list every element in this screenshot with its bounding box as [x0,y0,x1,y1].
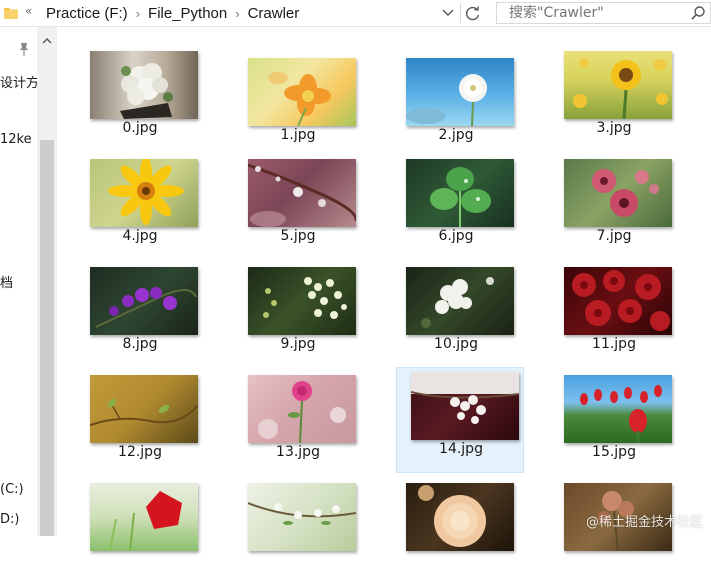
chevron-right-icon[interactable]: › [130,6,146,21]
folder-icon [4,8,18,19]
scroll-up-icon[interactable] [42,37,52,45]
overflow-chevron-icon[interactable]: « [25,4,32,18]
water-droplets-image [248,159,356,227]
red-roses-image [564,267,672,335]
file-name: 2.jpg [438,127,474,143]
file-tile[interactable]: 5.jpg [233,154,361,260]
file-tile[interactable] [391,478,519,584]
refresh-icon[interactable] [460,3,485,23]
file-name: 12.jpg [118,444,162,460]
red-poppy-image [90,483,198,551]
orange-flower-image [248,58,356,126]
watermark: @稀土掘金技术社区 [585,515,703,530]
sunflower-image [564,51,672,119]
file-tile[interactable]: 7.jpg [549,154,677,260]
yellow-gerbera-image [90,159,198,227]
file-name: 13.jpg [276,444,320,460]
nav-item-quick-access[interactable]: 设计方 [0,72,39,91]
pink-flowers-image [564,159,672,227]
blossom-branch-image [248,483,356,551]
scroll-thumb[interactable] [40,140,54,536]
breadcrumb-drive[interactable]: Practice (F:) [44,5,130,22]
file-name: 11.jpg [592,336,636,352]
file-tile[interactable]: 1.jpg [233,53,361,159]
search-icon[interactable] [690,5,706,21]
white-blossoms-image [248,267,356,335]
pink-rose-image [248,375,356,443]
breadcrumb-current[interactable]: Crawler [246,5,302,22]
purple-orchid-image [90,267,198,335]
file-name: 5.jpg [280,228,316,244]
file-name: 14.jpg [439,441,483,457]
file-tile[interactable]: 12.jpg [75,370,203,476]
search-box[interactable] [496,2,711,24]
file-tile[interactable]: 11.jpg [549,262,677,368]
breadcrumb-folder[interactable]: File_Python [146,5,229,22]
peach-camellia-image [406,483,514,551]
file-name: 0.jpg [122,120,158,136]
file-tile[interactable]: 10.jpg [391,262,519,368]
file-name: 8.jpg [122,336,158,352]
file-tile[interactable]: 8.jpg [75,262,203,368]
file-name: 10.jpg [434,336,478,352]
spring-twig-image [90,375,198,443]
nav-item-drive-d[interactable]: D:) [0,512,19,527]
address-bar: « Practice (F:) › File_Python › Crawler [0,0,711,26]
white-roses-image [90,51,198,119]
file-tile[interactable]: 6.jpg [391,154,519,260]
white-cherry-blossom-image [411,372,519,440]
file-tile-selected[interactable]: 14.jpg [396,367,524,473]
nav-scrollbar[interactable] [37,27,57,536]
nav-item-folder[interactable]: 12ke [0,132,32,147]
file-tile[interactable] [549,478,677,584]
file-tile[interactable]: 13.jpg [233,370,361,476]
file-tile[interactable]: 0.jpg [75,46,203,152]
file-tile[interactable]: 9.jpg [233,262,361,368]
file-tile[interactable]: 3.jpg [549,46,677,152]
file-tile[interactable] [233,478,361,584]
red-tulips-image [564,375,672,443]
pin-icon[interactable] [17,41,31,57]
file-tile[interactable]: 4.jpg [75,154,203,260]
file-tile[interactable]: 15.jpg [549,370,677,476]
white-geranium-image [406,267,514,335]
file-name: 3.jpg [596,120,632,136]
file-name: 9.jpg [280,336,316,352]
search-input[interactable] [507,4,681,22]
file-tile[interactable]: 2.jpg [391,53,519,159]
file-grid: 0.jpg 1.jpg 2.jpg 3.jpg 4.jpg 5.jpg 6.jp… [57,27,711,551]
chevron-right-icon[interactable]: › [229,6,245,21]
file-name: 1.jpg [280,127,316,143]
file-name: 6.jpg [438,228,474,244]
file-name: 15.jpg [592,444,636,460]
file-name: 7.jpg [596,228,632,244]
nav-item-documents[interactable]: 档 [0,272,13,291]
breadcrumb: Practice (F:) › File_Python › Crawler [44,3,301,23]
green-leaf-image [406,159,514,227]
white-dandelion-image [406,58,514,126]
chevron-down-icon[interactable] [436,4,460,22]
nav-item-drive-c[interactable]: (C:) [0,482,24,497]
file-tile[interactable] [75,478,203,584]
file-name: 4.jpg [122,228,158,244]
